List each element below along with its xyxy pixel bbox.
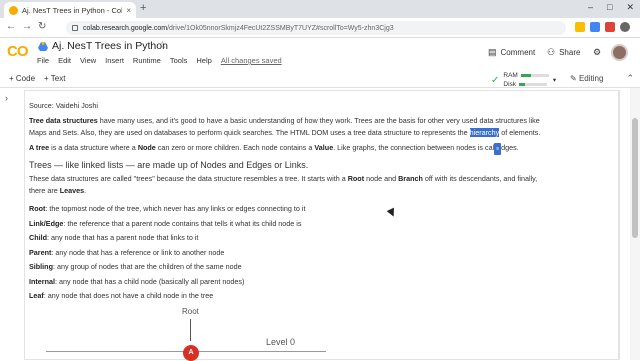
saved-status[interactable]: All changes saved [221, 56, 282, 65]
collapse-header-icon[interactable]: ⌃ [626, 73, 634, 84]
menu-runtime[interactable]: Runtime [133, 56, 161, 65]
browser-tab-bar: Aj. NesT Trees in Python - Colab × + – □… [0, 0, 640, 18]
scrollbar-thumb[interactable] [632, 118, 638, 238]
resource-monitor[interactable]: ✓ RAM Disk ▾ [491, 72, 556, 88]
share-button[interactable]: ⚇ Share [547, 47, 580, 58]
root-arrow [190, 319, 191, 341]
scrollbar[interactable] [630, 88, 640, 360]
reload-icon[interactable]: ↻ [38, 21, 46, 32]
paragraph-definition: A tree is a data structure where a Node … [29, 142, 549, 155]
paragraph-intro: Tree data structures have many uses, and… [29, 116, 541, 137]
tab-close-icon[interactable]: × [126, 6, 131, 15]
definition-sibling: Sibling: any group of nodes that are the… [29, 262, 242, 271]
url-path: /drive/1Ok05nnorSkmjz4FecUt2ZSSMByT7UYZ#… [167, 24, 394, 32]
root-label: Root [182, 307, 199, 316]
avatar[interactable] [611, 44, 628, 61]
definition-parent: Parent: any node that has a reference or… [29, 247, 225, 257]
paragraph-trees: These data structures are called "trees"… [29, 174, 538, 195]
comment-button[interactable]: ▤ Comment [488, 47, 535, 58]
share-icon: ⚇ [547, 47, 556, 57]
bookmark-star-icon[interactable] [575, 22, 585, 32]
editing-mode[interactable]: ✎ Editing [570, 74, 603, 83]
dropdown-icon[interactable]: ▾ [553, 76, 556, 84]
check-icon: ✓ [491, 74, 500, 86]
notebook-title[interactable]: Aj. NesT Trees in Python [52, 40, 168, 52]
url-host: colab.research.google.com [83, 24, 168, 32]
disk-label: Disk [503, 81, 517, 88]
profile-icon[interactable] [620, 22, 630, 32]
markdown-content: Source: Vaidehi Joshi Tree data structur… [29, 100, 549, 305]
back-icon[interactable]: ← [6, 21, 16, 32]
menu-view[interactable]: View [80, 56, 96, 65]
menu-file[interactable]: File [37, 56, 49, 65]
menu-help[interactable]: Help [196, 56, 211, 65]
extension-icon[interactable] [605, 22, 615, 32]
minimize-icon[interactable]: – [588, 2, 593, 13]
definition-root: Root: the topmost node of the tree, whic… [29, 204, 306, 213]
ram-label: RAM [503, 72, 518, 79]
left-gutter: › [0, 88, 22, 360]
add-text-button[interactable]: + Text [44, 74, 65, 83]
browser-tab[interactable]: Aj. NesT Trees in Python - Colab × [4, 2, 136, 18]
tree-node: A [183, 345, 199, 361]
add-code-button[interactable]: + Code [9, 74, 35, 83]
definition-internal: Internal: any node that has a child node… [29, 276, 245, 286]
menu-tools[interactable]: Tools [170, 56, 188, 65]
window-controls: – □ ✕ [588, 2, 634, 13]
menu-bar: File Edit View Insert Runtime Tools Help… [37, 56, 282, 65]
drive-icon [38, 42, 48, 51]
notebook-toolbar: + Code + Text ✓ RAM Disk ▾ ✎ Editing ⌃ [0, 70, 640, 88]
definition-child: Child: any node that has a parent node t… [29, 233, 199, 242]
tree-diagram: Root A Level 0 [46, 305, 546, 361]
chevron-right-icon[interactable]: › [5, 93, 8, 103]
colab-logo[interactable]: CO [7, 43, 28, 60]
new-tab-button[interactable]: + [140, 2, 146, 14]
settings-icon[interactable]: ⚙ [593, 47, 601, 58]
editing-label: Editing [578, 74, 604, 83]
tab-title: Aj. NesT Trees in Python - Colab [22, 5, 123, 15]
lock-icon [72, 25, 78, 31]
menu-insert[interactable]: Insert [105, 56, 124, 65]
star-icon[interactable]: ☆ [158, 40, 167, 51]
address-bar-row: ← → ↻ colab.research.google.com /drive/1… [0, 18, 640, 38]
source-line: Source: Vaidehi Joshi [29, 101, 98, 110]
menu-edit[interactable]: Edit [58, 56, 71, 65]
maximize-icon[interactable]: □ [607, 2, 612, 13]
colab-header: CO Aj. NesT Trees in Python ☆ File Edit … [0, 38, 640, 70]
section-heading: Trees — like linked lists — are made up … [29, 160, 309, 170]
share-label: Share [559, 48, 581, 57]
url-input[interactable]: colab.research.google.com /drive/1Ok05nn… [66, 21, 566, 35]
close-window-icon[interactable]: ✕ [626, 2, 634, 13]
forward-icon[interactable]: → [22, 21, 32, 32]
extension-icon[interactable] [590, 22, 600, 32]
selected-text: hierarchy [469, 128, 500, 137]
comment-icon: ▤ [488, 47, 497, 57]
definition-leaf: Leaf: any node that does not have a chil… [29, 291, 214, 300]
pencil-icon: ✎ [570, 74, 579, 83]
colab-favicon-icon [9, 5, 18, 15]
definition-link: Link/Edge: the reference that a parent n… [29, 218, 302, 228]
comment-label: Comment [500, 48, 536, 57]
level-label: Level 0 [266, 337, 296, 347]
